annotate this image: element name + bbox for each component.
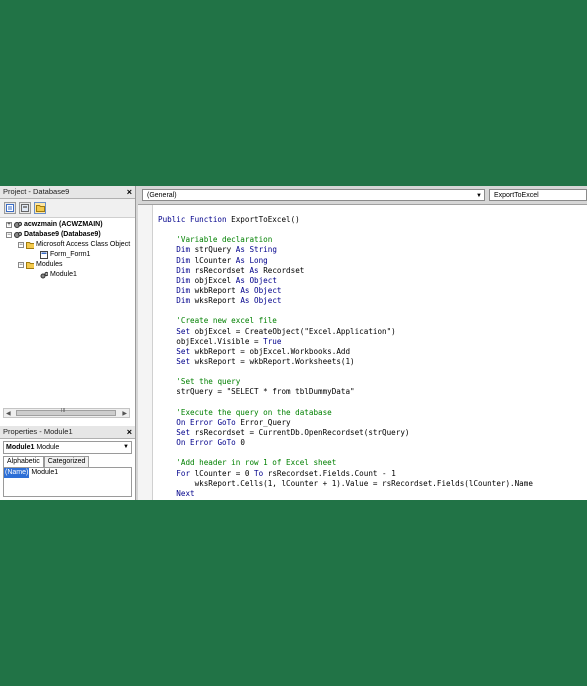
toggle-folders-button[interactable] [34,202,46,214]
tree-node-acwzmain[interactable]: + acwzmain (ACWZMAIN) [6,220,103,229]
code-line[interactable]: 'Variable declaration [158,235,533,245]
tree-node-form1[interactable]: Form_Form1 [40,250,90,259]
code-line[interactable] [158,448,533,458]
object-select[interactable]: Module1 Module ▼ [3,441,132,454]
tree-label-module1: Module1 [50,271,77,278]
code-line[interactable]: objExcel.Visible = True [158,337,533,347]
chevron-down-icon[interactable]: ▼ [123,442,129,453]
code-line[interactable] [158,306,533,316]
code-line[interactable]: strQuery = "SELECT * from tblDummyData" [158,387,533,397]
scroll-right-icon[interactable]: ▶ [122,410,127,417]
property-value[interactable]: Module1 [29,468,58,478]
folder-icon [26,241,34,249]
code-text[interactable]: Public Function ExportToExcel() 'Variabl… [158,215,533,499]
project-toolbar [0,199,135,218]
property-grid: (Name) Module1 [3,467,132,497]
properties-title: Properties - Module1 × [0,426,135,439]
code-line[interactable]: Set wksReport = wkbReport.Worksheets(1) [158,357,533,367]
code-line[interactable] [158,367,533,377]
code-line[interactable]: For lCounter = 0 To rsRecordset.Fields.C… [158,469,533,479]
code-line[interactable]: Dim rsRecordset As Recordset [158,266,533,276]
tree-node-modules[interactable]: − Modules [18,260,62,269]
close-icon[interactable]: × [127,186,132,198]
code-line[interactable]: Dim lCounter As Long [158,256,533,266]
object-combo[interactable]: (General) ▼ [142,189,485,201]
margin-indicator-bar[interactable] [138,205,153,500]
vba-project-icon [14,221,22,228]
code-line[interactable]: 'Set the query [158,377,533,387]
code-line[interactable] [158,225,533,235]
code-window: (General) ▼ ExportToExcel Public Functio… [138,186,587,500]
code-line[interactable]: Public Function ExportToExcel() [158,215,533,225]
property-name: (Name) [4,468,30,478]
code-line[interactable]: On Error GoTo 0 [158,438,533,448]
tree-label-database9: Database9 (Database9) [24,231,101,238]
project-explorer: Project - Database9 × + acwzmain (ACWZMA… [0,186,136,426]
code-line[interactable] [158,398,533,408]
code-line[interactable]: Next [158,489,533,499]
expand-icon[interactable]: + [6,221,12,228]
tree-node-database9[interactable]: − Database9 (Database9) [6,230,101,239]
scroll-grip: III [61,408,66,414]
tree-node-class-objects[interactable]: − Microsoft Access Class Object [18,240,130,249]
view-object-button[interactable] [19,202,31,214]
collapse-icon[interactable]: − [18,261,24,268]
code-line[interactable]: Set wkbReport = objExcel.Workbooks.Add [158,347,533,357]
module-icon [40,271,48,278]
code-line[interactable]: Dim wkbReport As Object [158,286,533,296]
tab-alphabetic[interactable]: Alphabetic [3,456,44,467]
project-horizontal-scrollbar[interactable]: ◀ III ▶ [3,408,130,418]
chevron-down-icon[interactable]: ▼ [476,190,482,202]
code-line[interactable]: wksReport.Cells(1, lCounter + 1).Value =… [158,479,533,489]
view-code-icon [6,204,14,212]
tab-categorized[interactable]: Categorized [43,456,90,467]
project-title-text: Project - Database9 [3,187,70,196]
form-icon [40,250,48,259]
vba-project-icon [14,231,22,238]
code-line[interactable]: Dim wksReport As Object [158,296,533,306]
project-explorer-title: Project - Database9 × [0,186,135,199]
scroll-left-icon[interactable]: ◀ [6,410,11,417]
properties-tabs: Alphabetic Categorized [3,456,132,467]
code-line[interactable]: 'Add header in row 1 of Excel sheet [158,458,533,468]
vba-editor-screenshot: Project - Database9 × + acwzmain (ACWZMA… [0,186,587,500]
tree-node-module1[interactable]: Module1 [40,270,77,279]
tree-label-form1: Form_Form1 [50,251,91,258]
tree-label-modules: Modules [36,261,63,268]
code-editor[interactable]: Public Function ExportToExcel() 'Variabl… [138,204,587,500]
object-type: Module [36,444,60,451]
code-line[interactable]: Dim objExcel As Object [158,276,533,286]
code-line[interactable]: 'Create new excel file [158,316,533,326]
object-combo-value: (General) [147,192,177,199]
procedure-combo[interactable]: ExportToExcel [488,189,587,201]
code-line[interactable]: On Error GoTo Error_Query [158,418,533,428]
code-combos: (General) ▼ ExportToExcel [138,186,587,204]
properties-title-text: Properties - Module1 [3,427,73,436]
code-line[interactable]: 'Execute the query on the database [158,408,533,418]
folder-icon [35,205,45,212]
code-line[interactable]: Set rsRecordset = CurrentDb.OpenRecordse… [158,428,533,438]
scroll-thumb[interactable]: III [16,408,116,416]
procedure-combo-value: ExportToExcel [493,192,539,199]
code-line[interactable]: Set objExcel = CreateObject("Excel.Appli… [158,327,533,337]
properties-window: Properties - Module1 × Module1 Module ▼ … [0,426,136,500]
view-code-button[interactable] [4,202,16,214]
collapse-icon[interactable]: − [18,241,24,248]
code-line[interactable]: Dim strQuery As String [158,245,533,255]
tree-label-acwzmain: acwzmain (ACWZMAIN) [24,221,103,228]
tree-label-class-objects: Microsoft Access Class Object [36,241,131,248]
view-object-icon [21,204,29,212]
collapse-icon[interactable]: − [6,231,12,238]
folder-icon [26,261,34,269]
property-row-name[interactable]: (Name) Module1 [4,468,58,478]
object-name: Module1 [6,444,35,451]
close-icon[interactable]: × [127,426,132,438]
